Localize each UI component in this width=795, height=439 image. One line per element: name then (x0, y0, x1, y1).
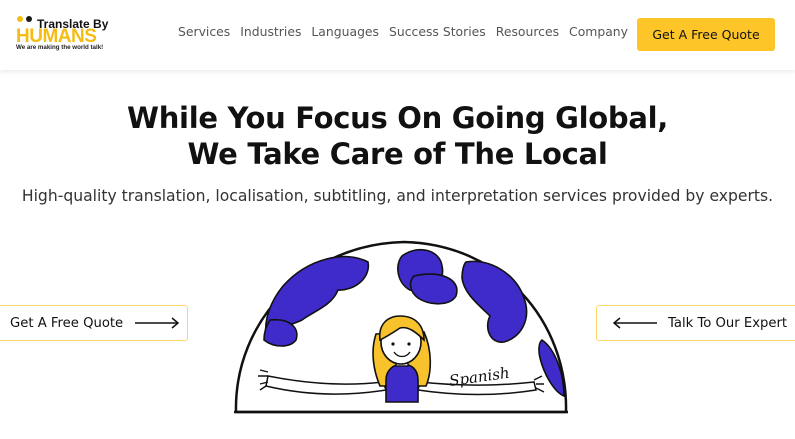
nav-item-success-stories[interactable]: Success Stories (389, 24, 486, 40)
free-quote-button[interactable]: Get A Free Quote (0, 305, 188, 341)
site-header: Translate By HUMANS We are making the wo… (0, 0, 795, 70)
header-quote-button[interactable]: Get A Free Quote (637, 18, 775, 51)
hero-subtitle: High-quality translation, localisation, … (21, 187, 774, 205)
nav-item-services[interactable]: Services (178, 24, 230, 40)
talk-to-expert-button[interactable]: Talk To Our Expert (596, 305, 795, 341)
talk-to-expert-label: Talk To Our Expert (668, 315, 788, 331)
free-quote-label: Get A Free Quote (10, 315, 124, 331)
land-mass (263, 318, 298, 347)
main-nav: Services Industries Languages Success St… (178, 24, 638, 40)
nav-item-resources[interactable]: Resources (496, 24, 559, 40)
arrow-left-icon (612, 317, 657, 329)
logo-tagline: We are making the world talk! (16, 44, 104, 51)
logo[interactable]: Translate By HUMANS We are making the wo… (16, 14, 116, 54)
nav-item-languages[interactable]: Languages (311, 24, 379, 40)
nav-item-industries[interactable]: Industries (240, 24, 301, 40)
globe-illustration: Spanish (234, 240, 568, 414)
hero-title-line-1: While You Focus On Going Global, (127, 101, 668, 135)
nav-item-company[interactable]: Company (569, 24, 628, 40)
hero-title-line-2: We Take Care of The Local (187, 137, 608, 171)
arrow-right-icon (135, 317, 180, 329)
hero-title: While You Focus On Going Global, We Take… (0, 100, 795, 172)
